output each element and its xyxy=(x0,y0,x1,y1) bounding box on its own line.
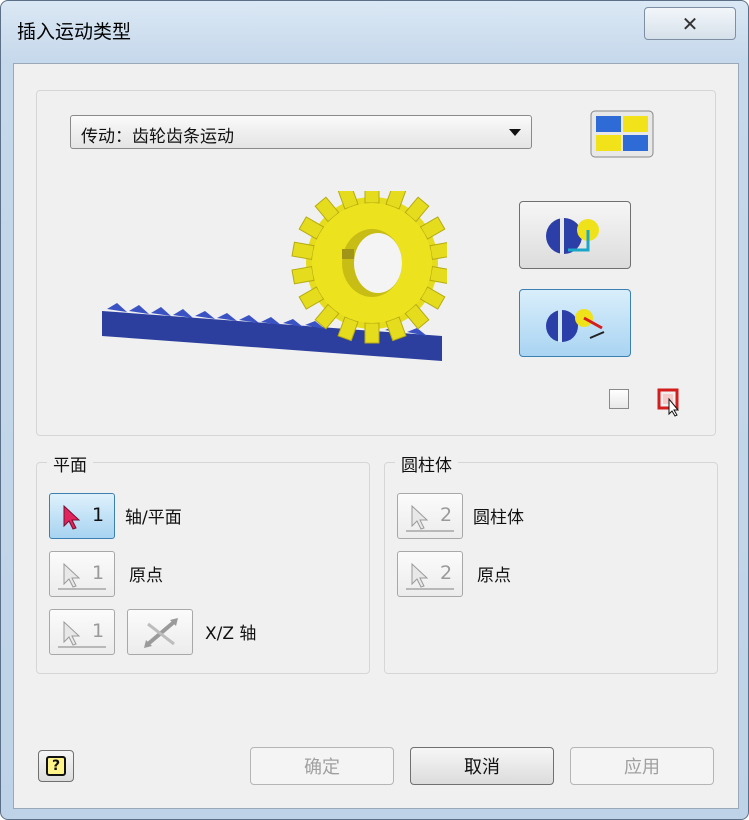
gear-reverse-icon xyxy=(546,309,605,342)
close-icon: ✕ xyxy=(681,11,699,36)
flip-axis-icon xyxy=(144,618,178,648)
plane-xz-axis-label: X/Z 轴 xyxy=(205,624,257,644)
ok-button[interactable]: 确定 xyxy=(250,747,394,785)
cylinder-group: 圆柱体 2 圆柱体 2 原点 xyxy=(384,451,718,674)
plane-axis-label: 轴/平面 xyxy=(125,508,182,528)
selection-count: 1 xyxy=(92,620,105,642)
divider xyxy=(58,646,106,648)
dialog-client-area: 传动：齿轮齿条运动 平面 1 轴/平面 1 原点 1 X/Z 轴 圆柱体 2 圆… xyxy=(13,63,739,809)
cylinder-group-title: 圆柱体 xyxy=(395,451,458,476)
cancel-button[interactable]: 取消 xyxy=(410,747,554,785)
checkbox[interactable] xyxy=(609,389,629,409)
plane-group: 平面 1 轴/平面 1 原点 1 X/Z 轴 xyxy=(36,451,370,674)
red-cube-cursor-icon[interactable] xyxy=(657,387,683,417)
flip-axis-button[interactable] xyxy=(127,609,193,655)
selection-count: 1 xyxy=(92,504,105,526)
plane-group-title: 平面 xyxy=(47,451,93,476)
help-icon: ? xyxy=(46,756,66,776)
layout-grid-icon[interactable] xyxy=(589,109,655,159)
plane-xz-axis-select-button[interactable]: 1 xyxy=(49,609,115,655)
cylinder-label: 圆柱体 xyxy=(473,508,524,528)
cursor-arrow-icon xyxy=(63,504,80,530)
cylinder-select-button[interactable]: 2 xyxy=(397,493,463,539)
forward-motion-button[interactable] xyxy=(519,201,631,269)
divider xyxy=(406,588,454,590)
cursor-arrow-icon xyxy=(63,620,80,646)
cursor-arrow-icon xyxy=(63,562,80,588)
gear-rack-illustration xyxy=(102,191,447,361)
cursor-arrow-icon xyxy=(411,562,428,588)
plane-origin-select-button[interactable]: 1 xyxy=(49,551,115,597)
reverse-motion-button[interactable] xyxy=(519,289,631,357)
dialog-window: 插入运动类型 ✕ 传动：齿轮齿条运动 平面 1 轴/平面 1 原点 1 X/Z … xyxy=(0,0,749,820)
gear-forward-icon xyxy=(546,218,599,254)
divider xyxy=(406,530,454,532)
selection-count: 2 xyxy=(440,504,453,526)
chevron-down-icon xyxy=(509,129,521,136)
close-button[interactable]: ✕ xyxy=(644,7,736,40)
selection-count: 2 xyxy=(440,562,453,584)
motion-preview-panel: 传动：齿轮齿条运动 xyxy=(36,90,716,436)
motion-type-dropdown[interactable]: 传动：齿轮齿条运动 xyxy=(70,115,532,149)
help-button[interactable]: ? xyxy=(38,750,74,782)
plane-axis-select-button[interactable]: 1 xyxy=(49,493,115,539)
plane-origin-label: 原点 xyxy=(129,566,163,586)
dialog-title: 插入运动类型 xyxy=(17,21,132,43)
cursor-arrow-icon xyxy=(411,504,428,530)
motion-type-value: 传动：齿轮齿条运动 xyxy=(81,127,234,147)
cylinder-origin-label: 原点 xyxy=(477,566,511,586)
selection-count: 1 xyxy=(92,562,105,584)
cylinder-origin-select-button[interactable]: 2 xyxy=(397,551,463,597)
divider xyxy=(58,588,106,590)
apply-button[interactable]: 应用 xyxy=(570,747,714,785)
